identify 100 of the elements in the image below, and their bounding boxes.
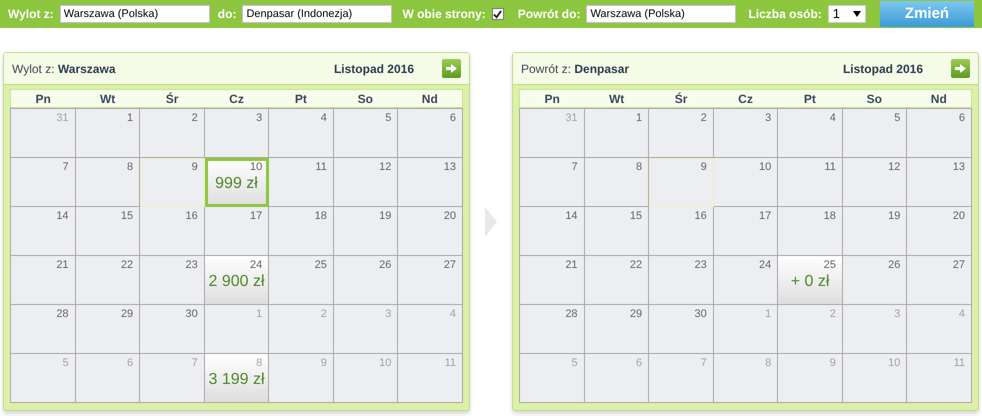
day-cell[interactable]: 26 bbox=[842, 256, 908, 305]
day-cell[interactable]: 8 bbox=[584, 158, 650, 207]
day-number: 5 bbox=[894, 112, 900, 125]
day-cell[interactable]: 30 bbox=[140, 305, 205, 354]
day-cell[interactable]: 16 bbox=[140, 207, 205, 256]
day-cell[interactable]: 28 bbox=[520, 305, 585, 354]
day-number: 3 bbox=[894, 308, 900, 321]
day-cell[interactable]: 14 bbox=[520, 207, 585, 256]
persons-select[interactable]: 1 bbox=[828, 5, 866, 23]
day-number: 31 bbox=[565, 112, 578, 125]
day-number: 25 bbox=[824, 259, 836, 272]
day-cell[interactable]: 9 bbox=[140, 158, 205, 207]
day-number: 8 bbox=[765, 357, 772, 370]
day-cell[interactable]: 11 bbox=[269, 158, 334, 207]
day-cell[interactable]: 20 bbox=[907, 207, 972, 256]
day-number: 15 bbox=[630, 210, 642, 223]
next-month-button[interactable] bbox=[442, 59, 461, 78]
day-number: 9 bbox=[830, 357, 836, 370]
day-cell[interactable]: 26 bbox=[334, 256, 398, 305]
text-field[interactable]: Warszawa (Polska) bbox=[60, 5, 210, 23]
day-number: 10 bbox=[379, 357, 392, 370]
day-cell[interactable]: 5 bbox=[334, 109, 398, 158]
day-cell[interactable]: 25 + 0 zł bbox=[778, 256, 843, 305]
day-number: 13 bbox=[444, 161, 456, 174]
day-number: 6 bbox=[127, 357, 134, 370]
day-cell[interactable]: 18 bbox=[269, 207, 334, 256]
price-label: 3 199 zł bbox=[208, 370, 265, 390]
day-cell[interactable]: 30 bbox=[649, 305, 714, 354]
day-cell[interactable]: 15 bbox=[584, 207, 650, 256]
day-number: 9 bbox=[700, 161, 707, 174]
day-number: 1 bbox=[127, 112, 134, 125]
weekday-header: Pn bbox=[544, 91, 561, 108]
next-month-button[interactable] bbox=[951, 59, 970, 78]
day-number: 7 bbox=[62, 161, 69, 174]
round-trip-checkbox[interactable] bbox=[492, 8, 504, 20]
day-number: 21 bbox=[565, 259, 578, 272]
day-cell[interactable]: 6 bbox=[398, 109, 463, 158]
weekday-header: So bbox=[866, 91, 884, 108]
day-cell[interactable]: 2 bbox=[649, 109, 714, 158]
day-cell[interactable]: 1 bbox=[584, 109, 650, 158]
day-number: 22 bbox=[630, 259, 642, 272]
day-cell[interactable]: 22 bbox=[76, 256, 140, 305]
day-number: 2 bbox=[192, 112, 198, 125]
day-cell[interactable]: 19 bbox=[842, 207, 908, 256]
caret-icon bbox=[852, 11, 861, 17]
day-cell[interactable]: 20 bbox=[398, 207, 463, 256]
day-cell[interactable]: 7 bbox=[520, 158, 585, 207]
day-number: 14 bbox=[565, 210, 578, 223]
day-cell[interactable]: 21 bbox=[11, 256, 76, 305]
day-cell[interactable]: 8 3 199 zł bbox=[204, 354, 270, 403]
day-number: 11 bbox=[824, 161, 836, 174]
day-cell[interactable]: 29 bbox=[76, 305, 140, 354]
day-number: 29 bbox=[630, 308, 642, 321]
day-cell[interactable]: 29 bbox=[584, 305, 650, 354]
weekday-header: So bbox=[356, 91, 374, 108]
day-cell[interactable]: 9 bbox=[649, 158, 714, 207]
day-cell[interactable]: 24 2 900 zł bbox=[204, 256, 270, 305]
day-cell[interactable]: 6 bbox=[907, 109, 972, 158]
day-cell[interactable]: 21 bbox=[520, 256, 585, 305]
weekday-header: Pt bbox=[294, 91, 308, 108]
day-cell[interactable]: 4 bbox=[778, 109, 843, 158]
day-cell[interactable]: 23 bbox=[649, 256, 714, 305]
day-cell[interactable]: 27 bbox=[907, 256, 972, 305]
day-number: 29 bbox=[120, 308, 134, 321]
month-label: Listopad 2016 bbox=[334, 60, 414, 78]
arrow-right-icon bbox=[955, 64, 966, 73]
day-number: 8 bbox=[636, 161, 642, 174]
day-cell[interactable]: 13 bbox=[907, 158, 972, 207]
day-cell[interactable]: 4 bbox=[269, 109, 334, 158]
day-cell[interactable]: 27 bbox=[398, 256, 463, 305]
day-cell[interactable]: 12 bbox=[334, 158, 398, 207]
day-cell[interactable]: 7 bbox=[11, 158, 76, 207]
day-number: 4 bbox=[958, 308, 965, 321]
day-number: 22 bbox=[120, 259, 134, 272]
day-cell[interactable]: 14 bbox=[11, 207, 76, 256]
day-cell[interactable]: 28 bbox=[11, 305, 76, 354]
day-cell[interactable]: 13 bbox=[398, 158, 463, 207]
text-field[interactable]: Denpasar (Indonezja) bbox=[242, 5, 392, 23]
day-cell[interactable]: 11 bbox=[778, 158, 843, 207]
day-number: 19 bbox=[888, 210, 900, 223]
day-number: 4 bbox=[320, 112, 327, 125]
day-cell[interactable]: 10 999 zł bbox=[204, 158, 270, 207]
day-cell[interactable]: 16 bbox=[649, 207, 714, 256]
day-cell[interactable]: 10 bbox=[714, 158, 778, 207]
day-cell[interactable]: 8 bbox=[76, 158, 140, 207]
day-cell[interactable]: 12 bbox=[842, 158, 908, 207]
day-cell[interactable]: 22 bbox=[584, 256, 650, 305]
day-cell[interactable]: 17 bbox=[714, 207, 778, 256]
day-cell[interactable]: 25 bbox=[269, 256, 334, 305]
return-label: Powrót do: bbox=[518, 6, 580, 23]
day-number: 2 bbox=[700, 112, 707, 125]
day-cell[interactable]: 1 bbox=[76, 109, 140, 158]
weekday-header: Nd bbox=[930, 91, 948, 108]
day-cell[interactable]: 15 bbox=[76, 207, 140, 256]
day-cell[interactable]: 5 bbox=[842, 109, 908, 158]
day-number: 1 bbox=[636, 112, 642, 125]
day-cell[interactable]: 3 bbox=[714, 109, 778, 158]
day-cell[interactable]: 2 bbox=[140, 109, 205, 158]
day-cell[interactable]: 19 bbox=[334, 207, 398, 256]
text-field[interactable]: Warszawa (Polska) bbox=[586, 5, 736, 23]
